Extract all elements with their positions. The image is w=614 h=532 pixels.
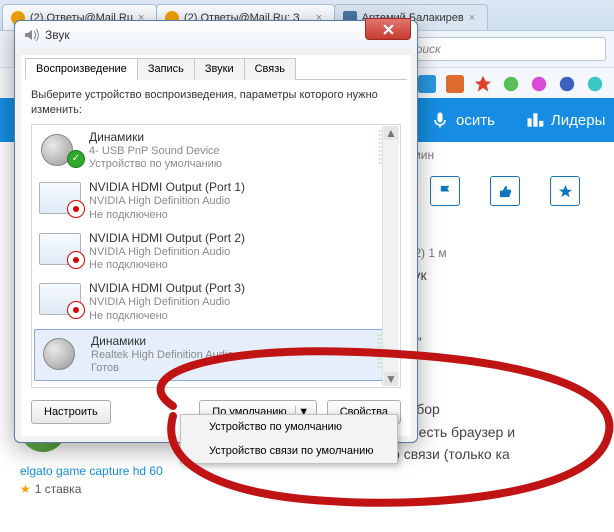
device-name: Динамики: [89, 130, 371, 145]
device-list[interactable]: ✓ Динамики 4- USB PnP Sound Device Устро…: [31, 124, 401, 388]
tab-sounds[interactable]: Звуки: [194, 58, 245, 80]
button-label: Настроить: [44, 406, 98, 418]
ext-icon[interactable]: [530, 75, 548, 93]
tab-recording[interactable]: Запись: [137, 58, 195, 80]
device-thumb: [39, 283, 81, 315]
device-name: Динамики: [91, 334, 369, 349]
disconnected-icon: [67, 251, 85, 269]
ext-icon[interactable]: [502, 75, 520, 93]
header-label: осить: [456, 112, 495, 129]
device-driver: NVIDIA High Definition Audio: [89, 296, 393, 310]
device-status: Готов: [91, 362, 369, 376]
bars-icon: [525, 110, 545, 130]
device-row[interactable]: NVIDIA HDMI Output (Port 2) NVIDIA High …: [33, 227, 399, 278]
device-status: Устройство по умолчанию: [89, 158, 371, 172]
ext-icon[interactable]: [446, 75, 464, 93]
close-icon[interactable]: ×: [469, 12, 479, 24]
like-button[interactable]: [490, 176, 520, 206]
dialog-tabs: Воспроизведение Запись Звуки Связь: [25, 57, 407, 80]
answer-time: 1 м: [428, 246, 446, 260]
header-leaders[interactable]: Лидеры: [525, 110, 605, 130]
device-thumb: [39, 182, 81, 214]
device-driver: NVIDIA High Definition Audio: [89, 246, 393, 260]
device-driver: NVIDIA High Definition Audio: [89, 195, 393, 209]
sidebar-question-link[interactable]: elgato game capture hd 60: [20, 464, 163, 478]
sound-dialog: Звук Воспроизведение Запись Звуки Связь …: [14, 20, 418, 443]
header-label: Лидеры: [551, 112, 605, 129]
tab-playback[interactable]: Воспроизведение: [25, 58, 138, 80]
menu-item-default-device[interactable]: Устройство по умолчанию: [181, 415, 397, 439]
dialog-titlebar[interactable]: Звук: [15, 21, 417, 49]
device-name: NVIDIA HDMI Output (Port 3): [89, 281, 393, 296]
star-button[interactable]: [550, 176, 580, 206]
device-thumb: [41, 336, 83, 368]
device-row-selected[interactable]: Динамики Realtek High Definition Audio Г…: [34, 329, 398, 382]
ext-icon[interactable]: [474, 75, 492, 93]
configure-button[interactable]: Настроить: [31, 400, 111, 424]
ext-icon[interactable]: [418, 75, 436, 93]
dialog-body: Воспроизведение Запись Звуки Связь Выбер…: [21, 55, 411, 436]
disconnected-icon: [67, 301, 85, 319]
scroll-up-icon[interactable]: ▲: [384, 126, 398, 140]
disconnected-icon: [67, 200, 85, 218]
flag-button[interactable]: [430, 176, 460, 206]
mic-icon: [430, 110, 450, 130]
default-dropdown-menu: Устройство по умолчанию Устройство связи…: [180, 414, 398, 464]
stake-text: 1 ставка: [35, 482, 82, 496]
device-status: Не подключено: [89, 310, 393, 324]
device-name: NVIDIA HDMI Output (Port 1): [89, 180, 393, 195]
dialog-title: Звук: [45, 28, 411, 42]
star-icon: ★: [20, 482, 31, 496]
device-row[interactable]: NVIDIA HDMI Output (Port 1) NVIDIA High …: [33, 176, 399, 227]
device-row[interactable]: NVIDIA HDMI Output (Port 3) NVIDIA High …: [33, 277, 399, 328]
speaker-icon: [23, 27, 39, 43]
header-ask[interactable]: осить: [430, 110, 495, 130]
ext-icon[interactable]: [558, 75, 576, 93]
scrollbar[interactable]: ▲ ▼: [382, 126, 399, 386]
ext-icon[interactable]: [586, 75, 604, 93]
check-icon: ✓: [67, 150, 85, 168]
close-button[interactable]: [365, 18, 411, 40]
device-status: Не подключено: [89, 209, 393, 223]
device-row[interactable]: ✓ Динамики 4- USB PnP Sound Device Устро…: [33, 126, 399, 177]
device-thumb: [39, 233, 81, 265]
close-icon: [383, 24, 394, 35]
device-name: NVIDIA HDMI Output (Port 2): [89, 231, 393, 246]
scroll-down-icon[interactable]: ▼: [384, 372, 398, 386]
device-driver: 4- USB PnP Sound Device: [89, 145, 371, 159]
device-status: Не подключено: [89, 259, 393, 273]
tab-comm[interactable]: Связь: [244, 58, 296, 80]
device-driver: Realtek High Definition Audio: [91, 349, 369, 363]
device-thumb: ✓: [39, 132, 81, 164]
instruction-text: Выберите устройство воспроизведения, пар…: [25, 88, 407, 124]
menu-item-default-comm[interactable]: Устройство связи по умолчанию: [181, 439, 397, 463]
